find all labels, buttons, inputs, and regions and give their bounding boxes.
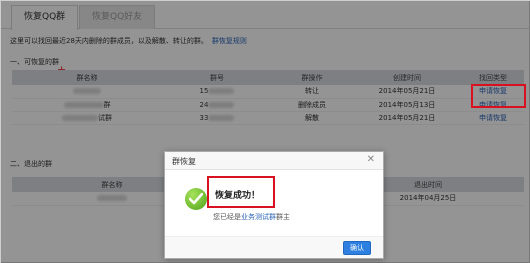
highlight-apply-recovery bbox=[471, 84, 526, 108]
success-check-icon bbox=[185, 188, 207, 210]
dialog-header: 群恢复 ✕ bbox=[165, 152, 383, 170]
dialog-title: 群恢复 bbox=[172, 157, 196, 166]
confirm-button[interactable]: 确认 bbox=[343, 241, 371, 255]
success-message: 恢复成功！ bbox=[215, 191, 261, 201]
owner-group-name: 业务测试群 bbox=[241, 213, 276, 221]
dialog-footer: 确认 bbox=[165, 236, 383, 258]
owner-message-prefix: 您已经是 bbox=[213, 213, 241, 221]
group-recovery-dialog: 群恢复 ✕ 恢复成功！ 您已经是业务测试群群主 确认 bbox=[164, 151, 384, 259]
owner-message-suffix: 群主 bbox=[276, 213, 290, 221]
owner-message: 您已经是业务测试群群主 bbox=[213, 212, 290, 222]
qq-group-recovery-page: 恢复QQ群 恢复QQ好友 这里可以找回最近28天内删除的群成员，以及解散、转让的… bbox=[0, 0, 530, 263]
close-icon[interactable]: ✕ bbox=[367, 155, 375, 165]
